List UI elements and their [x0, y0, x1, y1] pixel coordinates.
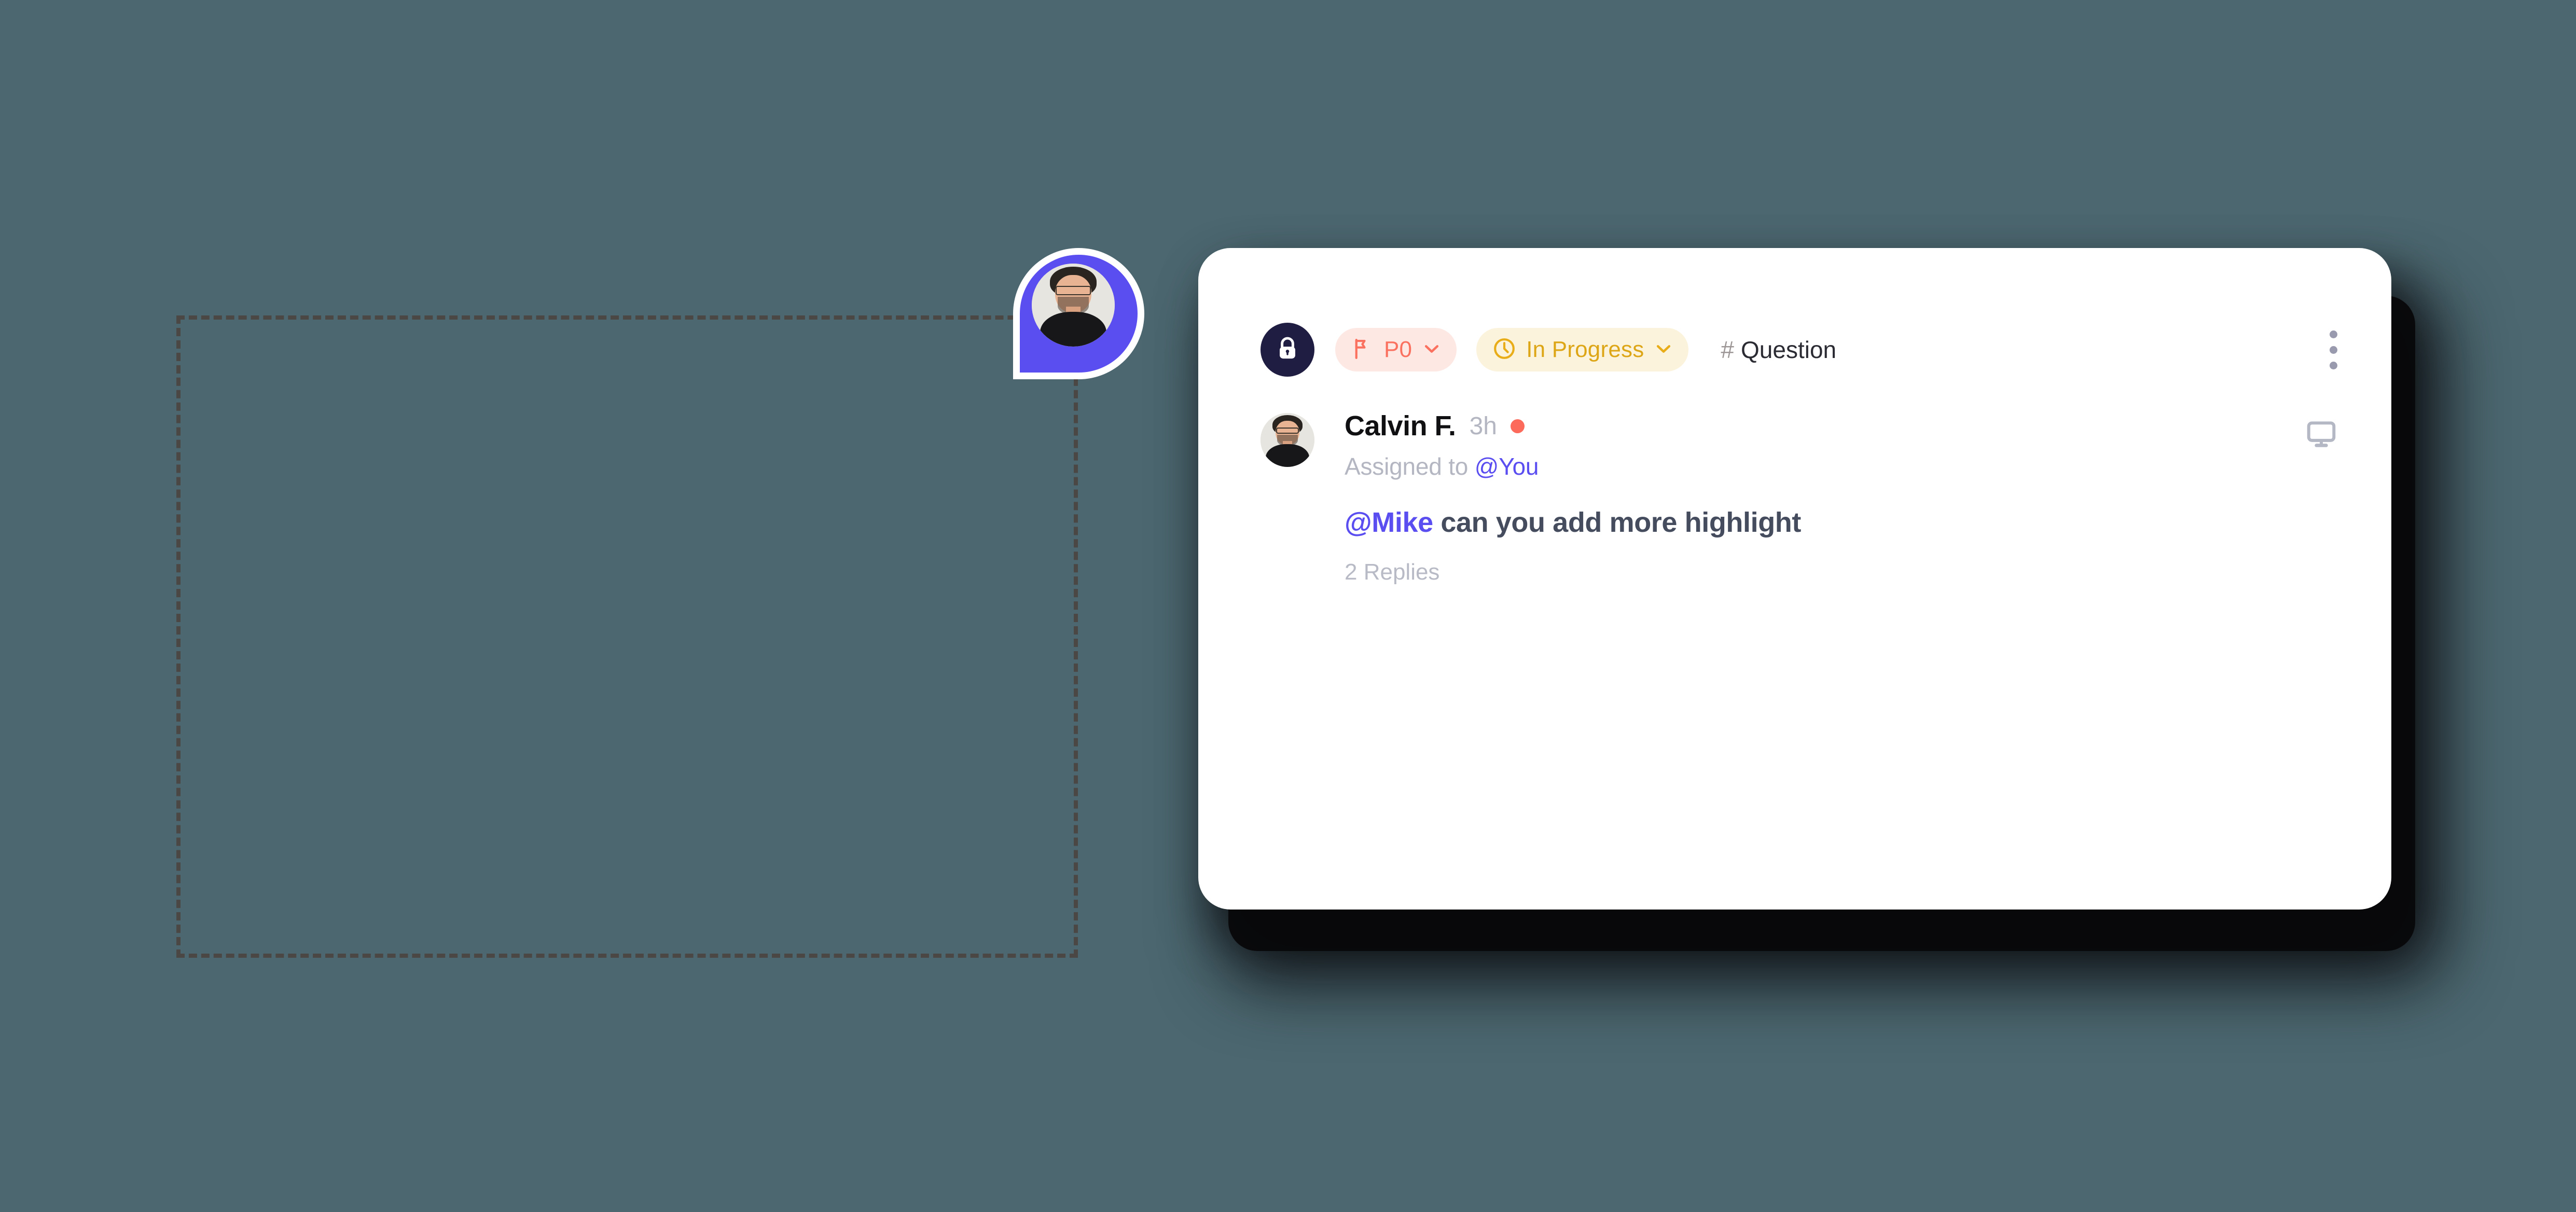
assignment-line: Assigned to @You: [1345, 452, 2348, 480]
pin-avatar-image: [1032, 264, 1115, 347]
status-selector[interactable]: In Progress: [1476, 328, 1689, 371]
replies-count[interactable]: 2 Replies: [1345, 559, 2348, 585]
monitor-icon[interactable]: [2305, 418, 2337, 450]
dashed-selection-region[interactable]: [176, 315, 1078, 958]
hash-icon: #: [1721, 336, 1734, 363]
flag-icon: [1351, 337, 1375, 363]
lock-badge-button[interactable]: [1261, 323, 1314, 377]
message-rest: can you add more highlight: [1433, 507, 1801, 538]
more-vertical-icon[interactable]: [2319, 323, 2348, 377]
assignee-mention[interactable]: @You: [1475, 453, 1539, 480]
lock-icon: [1274, 335, 1301, 365]
status-badge: [1510, 419, 1525, 433]
channel-name: Question: [1741, 336, 1837, 363]
user-mention[interactable]: @Mike: [1345, 507, 1433, 538]
author-line: Calvin F. 3h: [1345, 407, 2348, 445]
chevron-down-icon[interactable]: [1653, 338, 1674, 362]
assignment-prefix: Assigned to: [1345, 453, 1475, 480]
chevron-down-icon[interactable]: [1421, 338, 1442, 362]
comment-body: Calvin F. 3h Assigned to @You @Mike can …: [1261, 407, 2348, 585]
comment-timestamp: 3h: [1469, 412, 1497, 440]
priority-label: P0: [1384, 337, 1412, 362]
clock-icon: [1492, 336, 1517, 364]
comment-card: P0 In Progress # Question Calvin F. 3h A…: [1198, 248, 2391, 910]
author-name: Calvin F.: [1345, 410, 1456, 442]
priority-selector[interactable]: P0: [1335, 328, 1457, 371]
message-text: @Mike can you add more highlight: [1345, 506, 2348, 539]
channel-label[interactable]: # Question: [1721, 336, 1836, 364]
card-header: P0 In Progress # Question: [1261, 323, 2348, 377]
avatar-pin-marker[interactable]: [1013, 248, 1144, 379]
avatar: [1261, 413, 1314, 467]
status-label: In Progress: [1526, 337, 1644, 362]
